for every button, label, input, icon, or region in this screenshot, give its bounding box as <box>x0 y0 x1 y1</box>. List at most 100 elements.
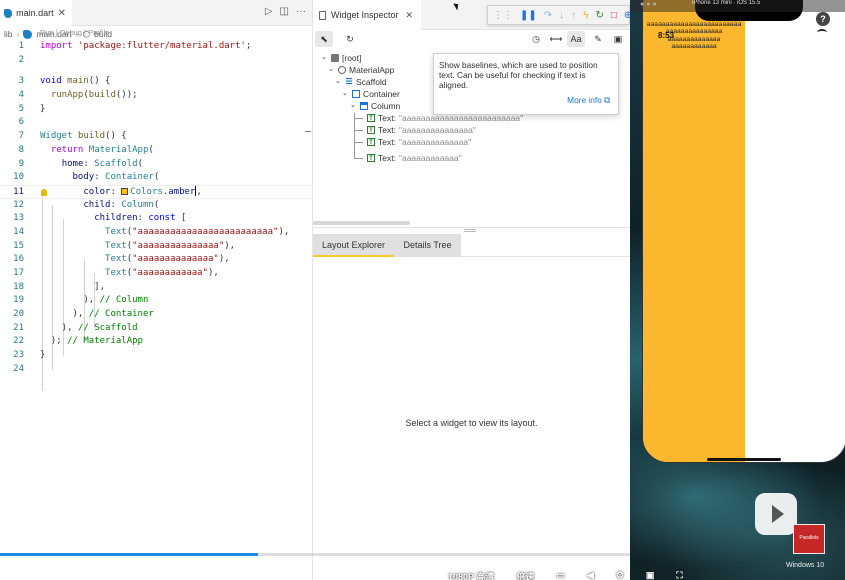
parallels-icon[interactable]: Parallels <box>793 524 825 554</box>
editor-actions: ▷ ◫ ··· <box>265 6 306 17</box>
code-line: 16 Text("aaaaaaaaaaaaaa"), <box>13 254 230 265</box>
tab-layout-explorer[interactable]: Layout Explorer <box>313 234 394 257</box>
code-line-current: 11 color: Colors.amber, <box>0 184 313 199</box>
tree-node-text[interactable]: T Text: "aaaaaaaaaaaaaaa" <box>367 124 476 136</box>
step-over-icon[interactable]: ↷ <box>544 10 552 21</box>
volume-icon[interactable]: ◀ <box>587 570 594 580</box>
baselines-icon[interactable]: Aa <box>567 31 585 47</box>
repaint-rainbow-icon[interactable]: ✎ <box>589 31 607 47</box>
split-editor-icon[interactable]: ◫ <box>280 6 289 17</box>
chevron-down-icon: ⌄ <box>342 90 348 97</box>
close-icon[interactable]: ✕ <box>405 10 413 21</box>
breadcrumb-item[interactable]: lib <box>4 29 13 39</box>
code-line: 3 void main() { <box>18 76 111 87</box>
dart-file-icon <box>4 8 13 18</box>
tree-node-scaffold[interactable]: ⌄ ☰ Scaffold <box>335 76 387 88</box>
guidelines-icon[interactable]: ⟷ <box>547 31 565 47</box>
tree-node-root[interactable]: ⌄ [root] <box>321 52 361 64</box>
document-icon <box>319 10 326 20</box>
code-line: 17 Text("aaaaaaaaaaaa"), <box>13 268 219 278</box>
code-line: 14 Text("aaaaaaaaaaaaaaaaaaaaaaaaa"), <box>13 226 290 237</box>
code-line: 7 Widget build() { <box>18 131 127 142</box>
debug-toolbar: ⋮⋮ ❚❚ ↷ ↓ ↑ ϟ ↻ □ ⊕ <box>487 5 632 25</box>
drag-handle-icon[interactable]: ⋮⋮ <box>493 10 513 21</box>
video-progress-fill <box>0 553 259 556</box>
panel-splitter[interactable] <box>313 227 630 234</box>
code-line: 21 ), // Scaffold <box>13 322 138 333</box>
codelens-row <box>0 67 313 75</box>
pause-icon[interactable]: ❚❚ <box>520 10 537 21</box>
hot-reload-icon[interactable]: ϟ <box>583 10 588 21</box>
step-into-icon[interactable]: ↓ <box>559 10 564 21</box>
tree-connector <box>354 118 363 119</box>
select-widget-mode-icon[interactable]: ⬉ <box>315 31 333 47</box>
tree-connector <box>354 142 363 143</box>
tree-connector <box>354 158 363 159</box>
code-area[interactable]: 1 import 'package:flutter/material.dart';… <box>0 40 313 391</box>
close-icon[interactable]: ✕ <box>58 8 66 19</box>
tab-main-dart[interactable]: main.dart ✕ <box>0 0 72 26</box>
inspector-tab-bar: Widget Inspector ✕ ⋮⋮ ❚❚ ↷ ↓ ↑ ϟ ↻ □ ⊕ <box>313 0 632 30</box>
layout-placeholder: Select a widget to view its layout. <box>405 418 538 428</box>
tab-details-tree[interactable]: Details Tree <box>394 234 461 257</box>
code-line: 24 <box>13 363 24 374</box>
details-subtabs: Layout Explorer Details Tree <box>313 234 630 257</box>
video-controls: 1080P 高清 倍速 ▭ ◀ ⚙ ▣ ⛶ <box>440 570 845 580</box>
tree-node-text[interactable]: T Text: "aaaaaaaaaaaaaa" <box>367 136 471 148</box>
codelens-run-debug[interactable]: Run | Debug | Profile <box>40 28 109 37</box>
text-widget-icon: T <box>367 114 375 122</box>
play-icon[interactable] <box>755 493 797 535</box>
tree-connector <box>354 113 355 159</box>
invert-images-icon[interactable]: ▣ <box>609 31 627 47</box>
status-time: 8:53 <box>658 31 675 40</box>
home-indicator[interactable] <box>707 458 781 461</box>
run-debug-icon[interactable]: ▷ <box>265 6 273 17</box>
external-link-icon: ⧉ <box>604 95 610 105</box>
code-line: 2 <box>18 54 24 65</box>
container-icon <box>352 90 360 98</box>
pip-icon[interactable]: ▣ <box>646 570 655 580</box>
column-icon <box>360 102 368 110</box>
restart-icon[interactable]: ↻ <box>595 10 603 21</box>
refresh-tree-icon[interactable]: ↻ <box>341 31 359 47</box>
tree-node-column[interactable]: ⌄ Column <box>350 100 400 112</box>
chevron-down-icon: ⌄ <box>321 54 327 61</box>
tree-node-container[interactable]: ⌄ Container <box>342 88 400 100</box>
code-line: 9 home: Scaffold( <box>18 158 143 169</box>
stop-icon[interactable]: □ <box>611 10 617 21</box>
chevron-down-icon: ⌄ <box>350 102 356 109</box>
tree-node-material-app[interactable]: ⌄ MaterialApp <box>328 64 394 76</box>
scaffold-icon: ☰ <box>345 77 353 86</box>
quality-selector[interactable]: 1080P 高清 <box>448 570 494 580</box>
code-line: 1 import 'package:flutter/material.dart'; <box>18 41 252 51</box>
more-actions-icon[interactable]: ··· <box>296 6 306 17</box>
simulator-title-bar: ●●● iPhone 13 mini · iOS 15.5 <box>630 0 845 12</box>
drag-handle-icon <box>464 229 476 232</box>
help-icon[interactable]: ? <box>816 12 830 26</box>
fullscreen-icon[interactable]: ⛶ <box>676 570 682 580</box>
windows-10-label: Windows 10 <box>786 562 825 569</box>
tree-node-text[interactable]: T Text: "aaaaaaaaaaaa" <box>367 152 462 164</box>
fold-marker <box>305 131 311 132</box>
code-line: 6 <box>18 117 24 128</box>
amber-container <box>643 0 745 462</box>
window-controls-icon[interactable]: ●●● <box>640 1 659 8</box>
phone-screen[interactable]: aaaaaaaaaaaaaaaaaaaaaaaaa aaaaaaaaaaaaaa… <box>642 0 845 463</box>
code-line: 13 children: const [ <box>13 213 187 224</box>
dart-file-icon <box>23 29 33 39</box>
more-info-link[interactable]: More info ⧉ <box>567 95 610 105</box>
step-out-icon[interactable]: ↑ <box>571 10 576 21</box>
color-swatch[interactable] <box>121 187 129 195</box>
slow-animations-icon[interactable]: ◷ <box>527 31 545 47</box>
device-name: iPhone 13 mini · iOS 15.5 <box>692 0 761 6</box>
code-line: 20 ), // Container <box>13 309 154 320</box>
speed-selector[interactable]: 倍速 <box>516 570 534 580</box>
material-app-icon <box>338 66 346 74</box>
code-editor: main.dart ✕ ▷ ◫ ··· lib › main.dart › ⬡ … <box>0 0 313 580</box>
subtitle-icon[interactable]: ▭ <box>556 570 565 580</box>
tab-widget-inspector[interactable]: Widget Inspector ✕ <box>313 0 421 30</box>
settings-icon[interactable]: ⚙ <box>616 570 624 580</box>
tooltip-text: Show baselines, which are used to positi… <box>439 60 598 90</box>
code-line: 12 child: Column( <box>13 199 160 210</box>
horizontal-scrollbar[interactable] <box>313 221 410 225</box>
